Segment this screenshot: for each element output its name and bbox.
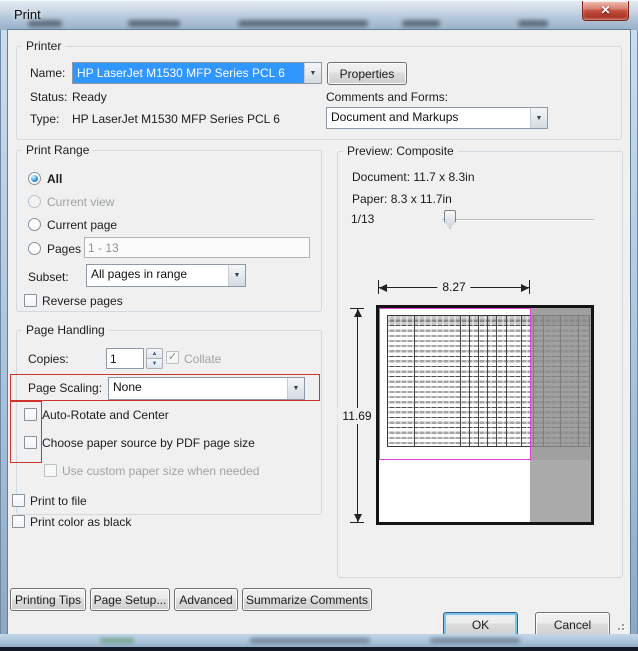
properties-button[interactable]: Properties [327, 62, 407, 85]
printing-tips-button[interactable]: Printing Tips [10, 588, 86, 611]
auto-rotate-label: Auto-Rotate and Center [42, 408, 169, 422]
preview-document-bounds [379, 308, 531, 460]
reverse-pages-checkbox[interactable] [24, 294, 37, 307]
chevron-down-icon[interactable]: ▼ [530, 108, 547, 128]
height-dimension-arrow: 11.69 [350, 308, 364, 523]
page-handling-group-label: Page Handling [22, 323, 109, 337]
comments-forms-select[interactable]: Document and Markups ▼ [326, 107, 548, 129]
width-dimension-arrow: 8.27 [378, 280, 530, 294]
comments-forms-label: Comments and Forms: [326, 90, 448, 104]
background-blur [100, 638, 134, 643]
copies-input[interactable] [106, 348, 144, 369]
spin-down-icon[interactable]: ▼ [146, 358, 163, 369]
reverse-pages-label: Reverse pages [42, 294, 123, 308]
printer-name-value: HP LaserJet M1530 MFP Series PCL 6 [73, 63, 304, 83]
background-blur [250, 638, 370, 643]
summarize-comments-button[interactable]: Summarize Comments [242, 588, 372, 611]
radio-pages-label: Pages [47, 242, 81, 256]
window-title: Print [14, 7, 41, 22]
background-blur [430, 638, 520, 643]
annotation-page-scaling [10, 374, 320, 401]
background-blur [238, 20, 368, 27]
printer-type-value: HP LaserJet M1530 MFP Series PCL 6 [72, 112, 280, 126]
dialog-body: Printer Name: HP LaserJet M1530 MFP Seri… [8, 30, 630, 634]
preview-group-label: Preview: Composite [343, 144, 458, 158]
radio-current-page-label: Current page [47, 218, 117, 232]
print-to-file-checkbox[interactable] [12, 494, 25, 507]
width-dimension-label: 8.27 [437, 279, 470, 295]
title-bar[interactable]: Print ✕ [0, 0, 638, 30]
pages-range-input[interactable] [84, 237, 310, 258]
print-color-black-label: Print color as black [30, 515, 131, 529]
preview-paper-size: Paper: 8.3 x 11.7in [352, 192, 452, 206]
collate-checkbox[interactable]: ✓ [166, 351, 179, 364]
paper-source-label: Choose paper source by PDF page size [42, 436, 255, 450]
radio-all-label: All [47, 172, 62, 186]
background-blur [402, 20, 440, 27]
page-setup-button[interactable]: Page Setup... [90, 588, 170, 611]
height-dimension-label: 11.69 [337, 408, 376, 424]
radio-pages[interactable] [28, 242, 41, 255]
copies-stepper[interactable]: ▲ ▼ [146, 348, 163, 369]
printer-status-label: Status: [30, 90, 67, 104]
background-blur [518, 20, 548, 27]
printer-name-select[interactable]: HP LaserJet M1530 MFP Series PCL 6 ▼ [72, 62, 322, 84]
print-to-file-label: Print to file [30, 494, 87, 508]
subset-select[interactable]: All pages in range ▼ [86, 264, 246, 287]
chevron-down-icon[interactable]: ▼ [228, 265, 245, 286]
radio-current-view-label: Current view [47, 195, 114, 209]
print-dialog-window: Print ✕ Printer Name: HP LaserJet M1530 … [0, 0, 638, 651]
background-blur [128, 20, 180, 27]
radio-all[interactable] [28, 172, 41, 185]
copies-label: Copies: [28, 352, 69, 366]
radio-current-view[interactable] [28, 195, 41, 208]
preview-document-size: Document: 11.7 x 8.3in [352, 170, 475, 184]
preview-page-slider-track[interactable] [442, 219, 594, 221]
advanced-button[interactable]: Advanced [174, 588, 238, 611]
print-color-black-checkbox[interactable] [12, 515, 25, 528]
radio-current-page[interactable] [28, 218, 41, 231]
subset-value: All pages in range [87, 265, 228, 286]
custom-paper-label: Use custom paper size when needed [62, 464, 259, 478]
preview-page-indicator: 1/13 [351, 212, 374, 226]
subset-label: Subset: [28, 270, 69, 284]
spin-up-icon[interactable]: ▲ [146, 348, 163, 358]
printer-status-value: Ready [72, 90, 107, 104]
printer-type-label: Type: [30, 112, 59, 126]
comments-forms-value: Document and Markups [327, 108, 530, 128]
collate-label: Collate [184, 352, 221, 366]
printer-name-label: Name: [30, 66, 65, 80]
chevron-down-icon[interactable]: ▼ [304, 63, 321, 83]
preview-clipped-area [530, 308, 591, 522]
print-range-group-label: Print Range [22, 143, 93, 157]
background-window-edge [0, 647, 638, 651]
preview-page [376, 305, 594, 525]
close-icon[interactable]: ✕ [582, 1, 629, 21]
custom-paper-checkbox[interactable] [44, 464, 57, 477]
annotation-checkboxes [10, 401, 42, 463]
printer-group-label: Printer [22, 39, 65, 53]
